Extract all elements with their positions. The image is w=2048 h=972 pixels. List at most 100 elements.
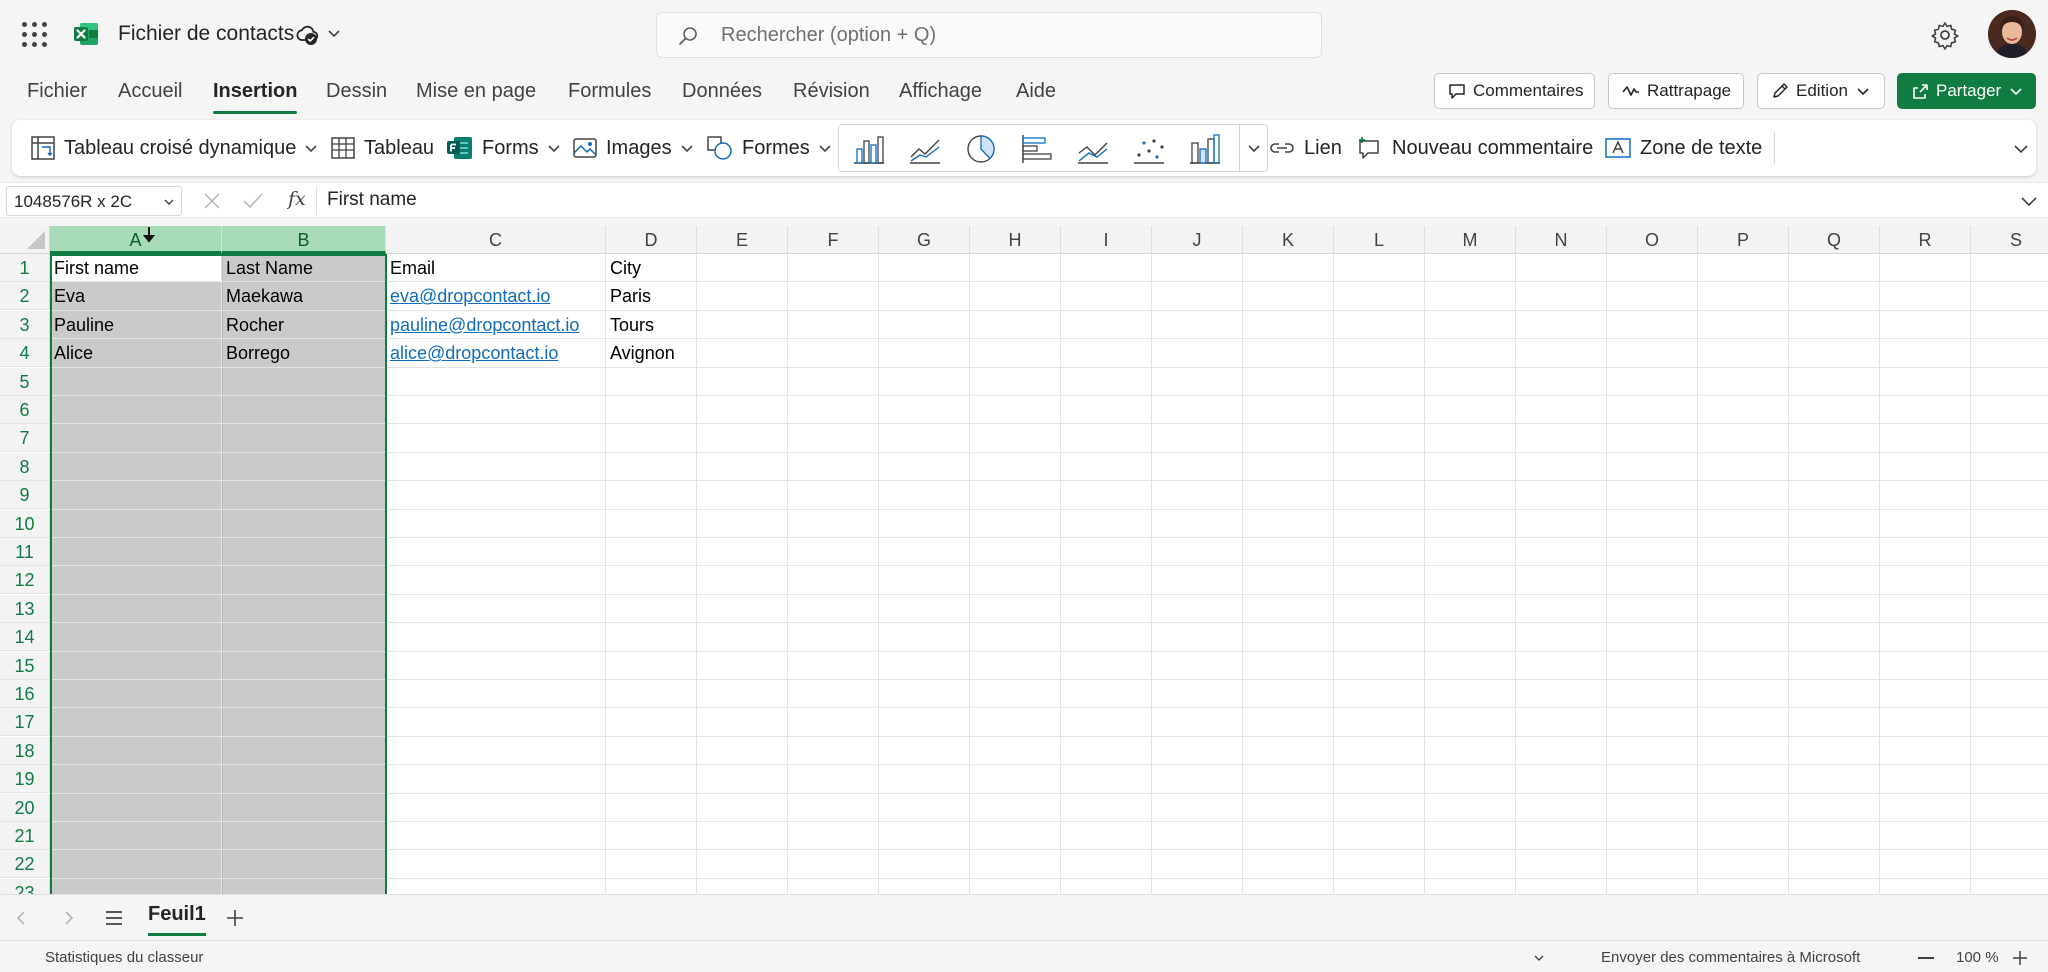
zoom-out-icon[interactable] — [1918, 957, 1934, 959]
row-header[interactable]: 17 — [0, 708, 50, 737]
column-header[interactable]: P — [1698, 226, 1789, 254]
cell[interactable]: Tours — [606, 311, 654, 339]
row-header[interactable]: 21 — [0, 822, 50, 850]
insert-function-icon[interactable]: fx — [288, 188, 306, 210]
tab-accueil[interactable]: Accueil — [118, 80, 182, 112]
cell[interactable]: Pauline — [50, 311, 114, 339]
column-chart-icon[interactable] — [851, 133, 887, 165]
row-header[interactable]: 2 — [0, 282, 50, 311]
name-box[interactable]: 1048576R x 2C — [6, 186, 182, 216]
images-button[interactable]: Images — [572, 120, 694, 176]
add-sheet-icon[interactable] — [225, 908, 245, 928]
column-header[interactable]: F — [788, 226, 879, 254]
tab-formules[interactable]: Formules — [568, 80, 651, 112]
cell[interactable]: Eva — [50, 282, 85, 310]
forms-button[interactable]: Forms — [446, 120, 561, 176]
chevron-down-icon[interactable] — [1533, 953, 1545, 963]
cell[interactable]: First name — [50, 254, 139, 282]
cancel-icon[interactable] — [202, 191, 222, 211]
search-box[interactable]: Rechercher (option + Q) — [656, 12, 1322, 58]
catchup-button[interactable]: Rattrapage — [1608, 73, 1744, 109]
row-header[interactable]: 16 — [0, 680, 50, 708]
row-header[interactable]: 12 — [0, 566, 50, 595]
tab-donnees[interactable]: Données — [682, 80, 762, 112]
pie-chart-icon[interactable] — [963, 133, 999, 165]
column-header[interactable]: H — [970, 226, 1061, 254]
tab-dessin[interactable]: Dessin — [326, 80, 387, 112]
cell[interactable]: Email — [386, 254, 435, 282]
chevron-left-icon[interactable] — [14, 910, 28, 926]
shapes-button[interactable]: Formes — [706, 120, 832, 176]
share-button[interactable]: Partager — [1897, 73, 2036, 109]
textbox-button[interactable]: Zone de texte — [1604, 120, 1762, 176]
column-header[interactable]: L — [1334, 226, 1425, 254]
pivot-table-button[interactable]: Tableau croisé dynamique — [30, 120, 318, 176]
row-header[interactable]: 23 — [0, 878, 50, 894]
enter-icon[interactable] — [242, 191, 264, 211]
column-header[interactable]: E — [697, 226, 788, 254]
row-header[interactable]: 3 — [0, 310, 50, 339]
expand-formula-icon[interactable] — [2020, 193, 2038, 209]
other-chart-icon[interactable] — [1187, 133, 1223, 165]
cell[interactable]: City — [606, 254, 641, 282]
cell-area[interactable]: First name Last Name Email City Eva Maekawa ev… — [50, 254, 2048, 894]
column-header[interactable]: C — [386, 226, 606, 254]
row-header[interactable]: 15 — [0, 651, 50, 680]
chevron-down-icon[interactable] — [326, 25, 342, 41]
cell[interactable]: Borrego — [222, 339, 290, 367]
chevron-right-icon[interactable] — [62, 910, 76, 926]
comments-button[interactable]: Commentaires — [1434, 73, 1595, 109]
tab-insertion[interactable]: Insertion — [213, 80, 298, 114]
tab-aide[interactable]: Aide — [1016, 80, 1056, 112]
row-header[interactable]: 13 — [0, 594, 50, 623]
column-header[interactable]: R — [1880, 226, 1971, 254]
column-header[interactable]: Q — [1789, 226, 1880, 254]
column-header[interactable]: G — [879, 226, 970, 254]
sheet-tab-feuil1[interactable]: Feuil1 — [148, 903, 206, 936]
row-header[interactable]: 9 — [0, 481, 50, 510]
column-header[interactable]: N — [1516, 226, 1607, 254]
row-header[interactable]: 20 — [0, 793, 50, 822]
avatar[interactable] — [1988, 10, 2036, 58]
column-header[interactable]: K — [1243, 226, 1334, 254]
chart-gallery-more-button[interactable] — [1239, 125, 1267, 171]
ribbon-expand-icon[interactable] — [2012, 140, 2030, 158]
email-link-cell[interactable]: pauline@dropcontact.io — [386, 311, 579, 339]
edit-mode-button[interactable]: Edition — [1757, 73, 1885, 109]
workbook-statistics[interactable]: Statistiques du classeur — [45, 949, 203, 966]
cloud-saved-icon[interactable] — [294, 22, 320, 48]
cell[interactable]: Avignon — [606, 339, 675, 367]
column-header[interactable]: M — [1425, 226, 1516, 254]
line-chart-icon[interactable] — [907, 133, 943, 165]
tab-revision[interactable]: Révision — [793, 80, 870, 112]
link-button[interactable]: Lien — [1268, 120, 1342, 176]
tab-affichage[interactable]: Affichage — [899, 80, 982, 112]
column-header[interactable]: B — [222, 226, 386, 254]
email-link-cell[interactable]: alice@dropcontact.io — [386, 339, 558, 367]
row-header[interactable]: 6 — [0, 396, 50, 424]
row-header[interactable]: 7 — [0, 424, 50, 453]
select-all-corner[interactable] — [0, 226, 50, 254]
worksheet-grid[interactable]: ABCDEFGHIJKLMNOPQRS 1 2 3 4 5 6 7 8 9 10 11 12 13 14 1… — [0, 226, 2048, 894]
gear-icon[interactable] — [1930, 20, 1960, 50]
document-title[interactable]: Fichier de contacts — [118, 22, 294, 46]
all-sheets-menu-icon[interactable] — [104, 909, 124, 927]
row-header[interactable]: 19 — [0, 765, 50, 794]
column-header[interactable]: D — [606, 226, 697, 254]
send-feedback-link[interactable]: Envoyer des commentaires à Microsoft — [1601, 949, 1860, 966]
scatter-chart-icon[interactable] — [1131, 133, 1167, 165]
cell[interactable]: Alice — [50, 339, 93, 367]
zoom-in-icon[interactable] — [2012, 950, 2028, 966]
cell[interactable]: Rocher — [222, 311, 284, 339]
email-link-cell[interactable]: eva@dropcontact.io — [386, 282, 550, 310]
bar-chart-icon[interactable] — [1019, 133, 1055, 165]
row-header[interactable]: 5 — [0, 367, 50, 396]
tab-fichier[interactable]: Fichier — [27, 80, 87, 112]
table-button[interactable]: Tableau — [330, 120, 434, 176]
area-chart-icon[interactable] — [1075, 133, 1111, 165]
app-launcher-icon[interactable] — [22, 22, 48, 48]
column-header[interactable]: J — [1152, 226, 1243, 254]
zoom-level[interactable]: 100 % — [1956, 949, 1999, 966]
row-header[interactable]: 18 — [0, 736, 50, 765]
row-header[interactable]: 1 — [0, 254, 50, 282]
